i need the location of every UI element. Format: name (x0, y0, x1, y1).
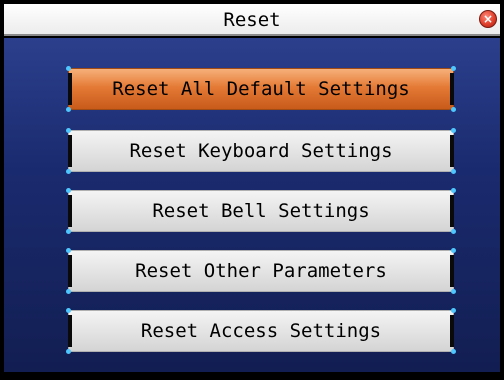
corner-dot (66, 308, 71, 313)
corner-dot (451, 188, 456, 193)
menu-item-label: Reset Bell Settings (152, 200, 370, 222)
menu-item-label: Reset Keyboard Settings (129, 140, 393, 162)
reset-other-parameters-button[interactable]: Reset Other Parameters (66, 248, 456, 294)
reset-all-default-settings-button[interactable]: Reset All Default Settings (66, 66, 456, 112)
corner-dot (451, 107, 456, 112)
corner-dot (451, 308, 456, 313)
menu-item-label: Reset All Default Settings (112, 78, 410, 100)
corner-dot (66, 289, 71, 294)
corner-dot (66, 188, 71, 193)
window-title: Reset (223, 9, 281, 31)
menu-item-label: Reset Other Parameters (135, 260, 387, 282)
corner-dot (451, 128, 456, 133)
reset-keyboard-settings-button[interactable]: Reset Keyboard Settings (66, 128, 456, 174)
reset-access-settings-button[interactable]: Reset Access Settings (66, 308, 456, 354)
reset-screen: Reset × Reset All Default Settings Reset… (0, 0, 504, 380)
close-icon[interactable]: × (479, 10, 497, 28)
menu-item-label: Reset Access Settings (140, 320, 382, 342)
corner-dot (66, 349, 71, 354)
menu-panel: Reset All Default Settings Reset Keyboar… (4, 38, 500, 372)
corner-dot (66, 248, 71, 253)
reset-bell-settings-button[interactable]: Reset Bell Settings (66, 188, 456, 234)
corner-dot (451, 229, 456, 234)
corner-dot (66, 107, 71, 112)
corner-dot (451, 289, 456, 294)
corner-dot (451, 248, 456, 253)
corner-dot (451, 349, 456, 354)
corner-dot (66, 169, 71, 174)
corner-dot (66, 229, 71, 234)
corner-dot (66, 66, 71, 71)
corner-dot (451, 169, 456, 174)
title-bar: Reset × (4, 4, 500, 36)
corner-dot (66, 128, 71, 133)
corner-dot (451, 66, 456, 71)
